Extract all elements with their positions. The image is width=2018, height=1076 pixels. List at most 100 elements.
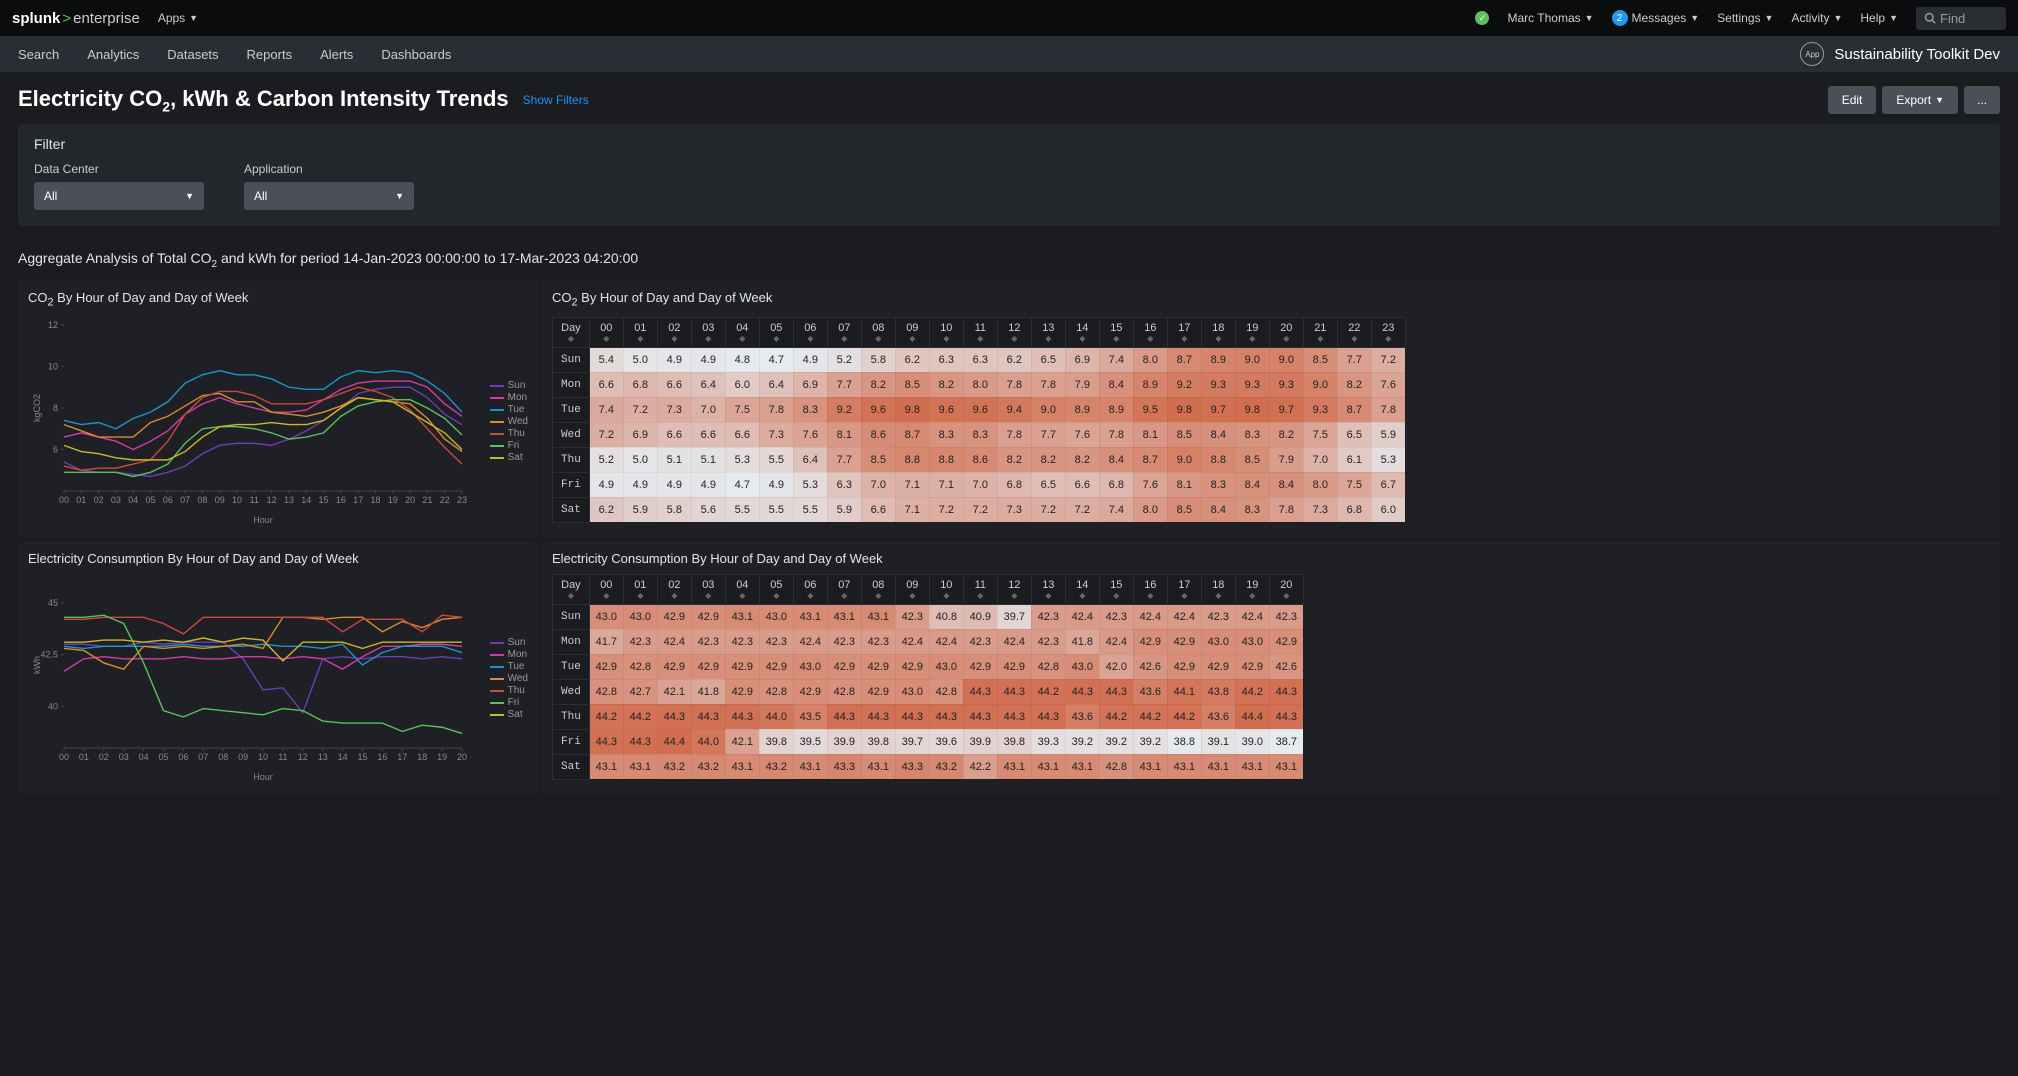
heat-cell[interactable]: 42.9 bbox=[895, 654, 929, 679]
heat-cell[interactable]: 6.4 bbox=[793, 447, 827, 472]
heat-cell[interactable]: 42.8 bbox=[759, 679, 793, 704]
heat-cell[interactable]: 8.1 bbox=[1133, 422, 1167, 447]
heat-cell[interactable]: 43.2 bbox=[691, 754, 725, 779]
heat-cell[interactable]: 44.3 bbox=[861, 704, 895, 729]
heat-cell[interactable]: 7.7 bbox=[1337, 347, 1371, 372]
settings-menu[interactable]: Settings▼ bbox=[1717, 11, 1773, 25]
heat-cell[interactable]: 8.4 bbox=[1099, 372, 1133, 397]
heat-cell[interactable]: 5.6 bbox=[691, 497, 725, 522]
heat-cell[interactable]: 9.2 bbox=[1167, 372, 1201, 397]
col-header-day[interactable]: Day◆ bbox=[553, 574, 590, 604]
col-header-hour[interactable]: 06◆ bbox=[793, 317, 827, 347]
heat-cell[interactable]: 43.3 bbox=[827, 754, 861, 779]
heat-cell[interactable]: 7.3 bbox=[1303, 497, 1337, 522]
heat-cell[interactable]: 39.7 bbox=[895, 729, 929, 754]
heat-cell[interactable]: 42.3 bbox=[827, 629, 861, 654]
col-header-hour[interactable]: 11◆ bbox=[963, 317, 997, 347]
heat-cell[interactable]: 5.9 bbox=[827, 497, 861, 522]
heat-cell[interactable]: 42.3 bbox=[1031, 629, 1065, 654]
heat-cell[interactable]: 43.2 bbox=[929, 754, 963, 779]
heat-cell[interactable]: 5.2 bbox=[589, 447, 623, 472]
legend-item[interactable]: Wed bbox=[490, 673, 528, 684]
heat-cell[interactable]: 43.1 bbox=[725, 754, 759, 779]
col-header-hour[interactable]: 03◆ bbox=[691, 574, 725, 604]
heat-cell[interactable]: 8.5 bbox=[1235, 447, 1269, 472]
heat-cell[interactable]: 7.8 bbox=[1031, 372, 1065, 397]
heat-cell[interactable]: 6.6 bbox=[657, 422, 691, 447]
col-header-hour[interactable]: 02◆ bbox=[657, 317, 691, 347]
data-center-dropdown[interactable]: All ▼ bbox=[34, 182, 204, 210]
heat-cell[interactable]: 44.3 bbox=[827, 704, 861, 729]
heat-cell[interactable]: 5.3 bbox=[725, 447, 759, 472]
heat-cell[interactable]: 43.1 bbox=[1235, 754, 1269, 779]
heat-cell[interactable]: 43.2 bbox=[657, 754, 691, 779]
heat-cell[interactable]: 41.8 bbox=[691, 679, 725, 704]
heat-cell[interactable]: 6.2 bbox=[997, 347, 1031, 372]
nav-search[interactable]: Search bbox=[18, 47, 59, 62]
heat-cell[interactable]: 8.0 bbox=[963, 372, 997, 397]
heat-cell[interactable]: 7.4 bbox=[589, 397, 623, 422]
heat-cell[interactable]: 42.9 bbox=[657, 654, 691, 679]
heat-cell[interactable]: 8.0 bbox=[1133, 497, 1167, 522]
heat-cell[interactable]: 7.8 bbox=[997, 372, 1031, 397]
heat-cell[interactable]: 41.7 bbox=[589, 629, 623, 654]
heat-cell[interactable]: 8.7 bbox=[1337, 397, 1371, 422]
heat-cell[interactable]: 5.0 bbox=[623, 447, 657, 472]
heat-cell[interactable]: 6.3 bbox=[929, 347, 963, 372]
heat-cell[interactable]: 44.3 bbox=[1065, 679, 1099, 704]
heat-cell[interactable]: 6.5 bbox=[1031, 472, 1065, 497]
heat-cell[interactable]: 44.3 bbox=[1269, 704, 1303, 729]
heat-cell[interactable]: 9.5 bbox=[1133, 397, 1167, 422]
col-header-hour[interactable]: 06◆ bbox=[793, 574, 827, 604]
heat-cell[interactable]: 42.9 bbox=[725, 654, 759, 679]
heat-cell[interactable]: 39.9 bbox=[827, 729, 861, 754]
heat-cell[interactable]: 4.7 bbox=[759, 347, 793, 372]
heat-cell[interactable]: 39.8 bbox=[997, 729, 1031, 754]
heat-cell[interactable]: 8.4 bbox=[1099, 447, 1133, 472]
heat-cell[interactable]: 42.9 bbox=[1269, 629, 1303, 654]
heat-cell[interactable]: 8.1 bbox=[827, 422, 861, 447]
heat-cell[interactable]: 39.7 bbox=[997, 604, 1031, 629]
heat-cell[interactable]: 43.6 bbox=[1065, 704, 1099, 729]
heat-cell[interactable]: 42.7 bbox=[623, 679, 657, 704]
co2-heatmap[interactable]: Day◆00◆01◆02◆03◆04◆05◆06◆07◆08◆09◆10◆11◆… bbox=[552, 317, 1406, 523]
heat-cell[interactable]: 6.2 bbox=[589, 497, 623, 522]
heat-cell[interactable]: 7.0 bbox=[861, 472, 895, 497]
heat-cell[interactable]: 9.8 bbox=[1235, 397, 1269, 422]
heat-cell[interactable]: 42.4 bbox=[895, 629, 929, 654]
col-header-hour[interactable]: 08◆ bbox=[861, 317, 895, 347]
heat-cell[interactable]: 6.2 bbox=[895, 347, 929, 372]
heat-cell[interactable]: 9.3 bbox=[1303, 397, 1337, 422]
heat-cell[interactable]: 43.1 bbox=[997, 754, 1031, 779]
heat-cell[interactable]: 42.9 bbox=[725, 679, 759, 704]
col-header-hour[interactable]: 15◆ bbox=[1099, 317, 1133, 347]
heat-cell[interactable]: 8.3 bbox=[963, 422, 997, 447]
heat-cell[interactable]: 9.2 bbox=[827, 397, 861, 422]
heat-cell[interactable]: 9.3 bbox=[1269, 372, 1303, 397]
legend-item[interactable]: Mon bbox=[490, 649, 528, 660]
heat-cell[interactable]: 44.3 bbox=[657, 704, 691, 729]
heat-cell[interactable]: 39.3 bbox=[1031, 729, 1065, 754]
heat-cell[interactable]: 8.2 bbox=[929, 372, 963, 397]
heat-cell[interactable]: 42.8 bbox=[1099, 754, 1133, 779]
heat-cell[interactable]: 42.9 bbox=[963, 654, 997, 679]
heat-cell[interactable]: 6.3 bbox=[827, 472, 861, 497]
heat-cell[interactable]: 42.3 bbox=[1099, 604, 1133, 629]
legend-item[interactable]: Fri bbox=[490, 440, 528, 451]
heat-cell[interactable]: 6.4 bbox=[691, 372, 725, 397]
heat-cell[interactable]: 7.8 bbox=[1269, 497, 1303, 522]
heat-cell[interactable]: 40.8 bbox=[929, 604, 963, 629]
heat-cell[interactable]: 43.1 bbox=[1167, 754, 1201, 779]
heat-cell[interactable]: 4.9 bbox=[657, 347, 691, 372]
heat-cell[interactable]: 42.3 bbox=[895, 604, 929, 629]
heat-cell[interactable]: 42.4 bbox=[793, 629, 827, 654]
heat-cell[interactable]: 43.1 bbox=[1133, 754, 1167, 779]
col-header-hour[interactable]: 02◆ bbox=[657, 574, 691, 604]
heat-cell[interactable]: 42.9 bbox=[827, 654, 861, 679]
col-header-hour[interactable]: 23◆ bbox=[1371, 317, 1405, 347]
heat-cell[interactable]: 43.0 bbox=[623, 604, 657, 629]
heat-cell[interactable]: 7.8 bbox=[1371, 397, 1405, 422]
heat-cell[interactable]: 40.9 bbox=[963, 604, 997, 629]
heat-cell[interactable]: 6.8 bbox=[1337, 497, 1371, 522]
col-header-hour[interactable]: 19◆ bbox=[1235, 317, 1269, 347]
